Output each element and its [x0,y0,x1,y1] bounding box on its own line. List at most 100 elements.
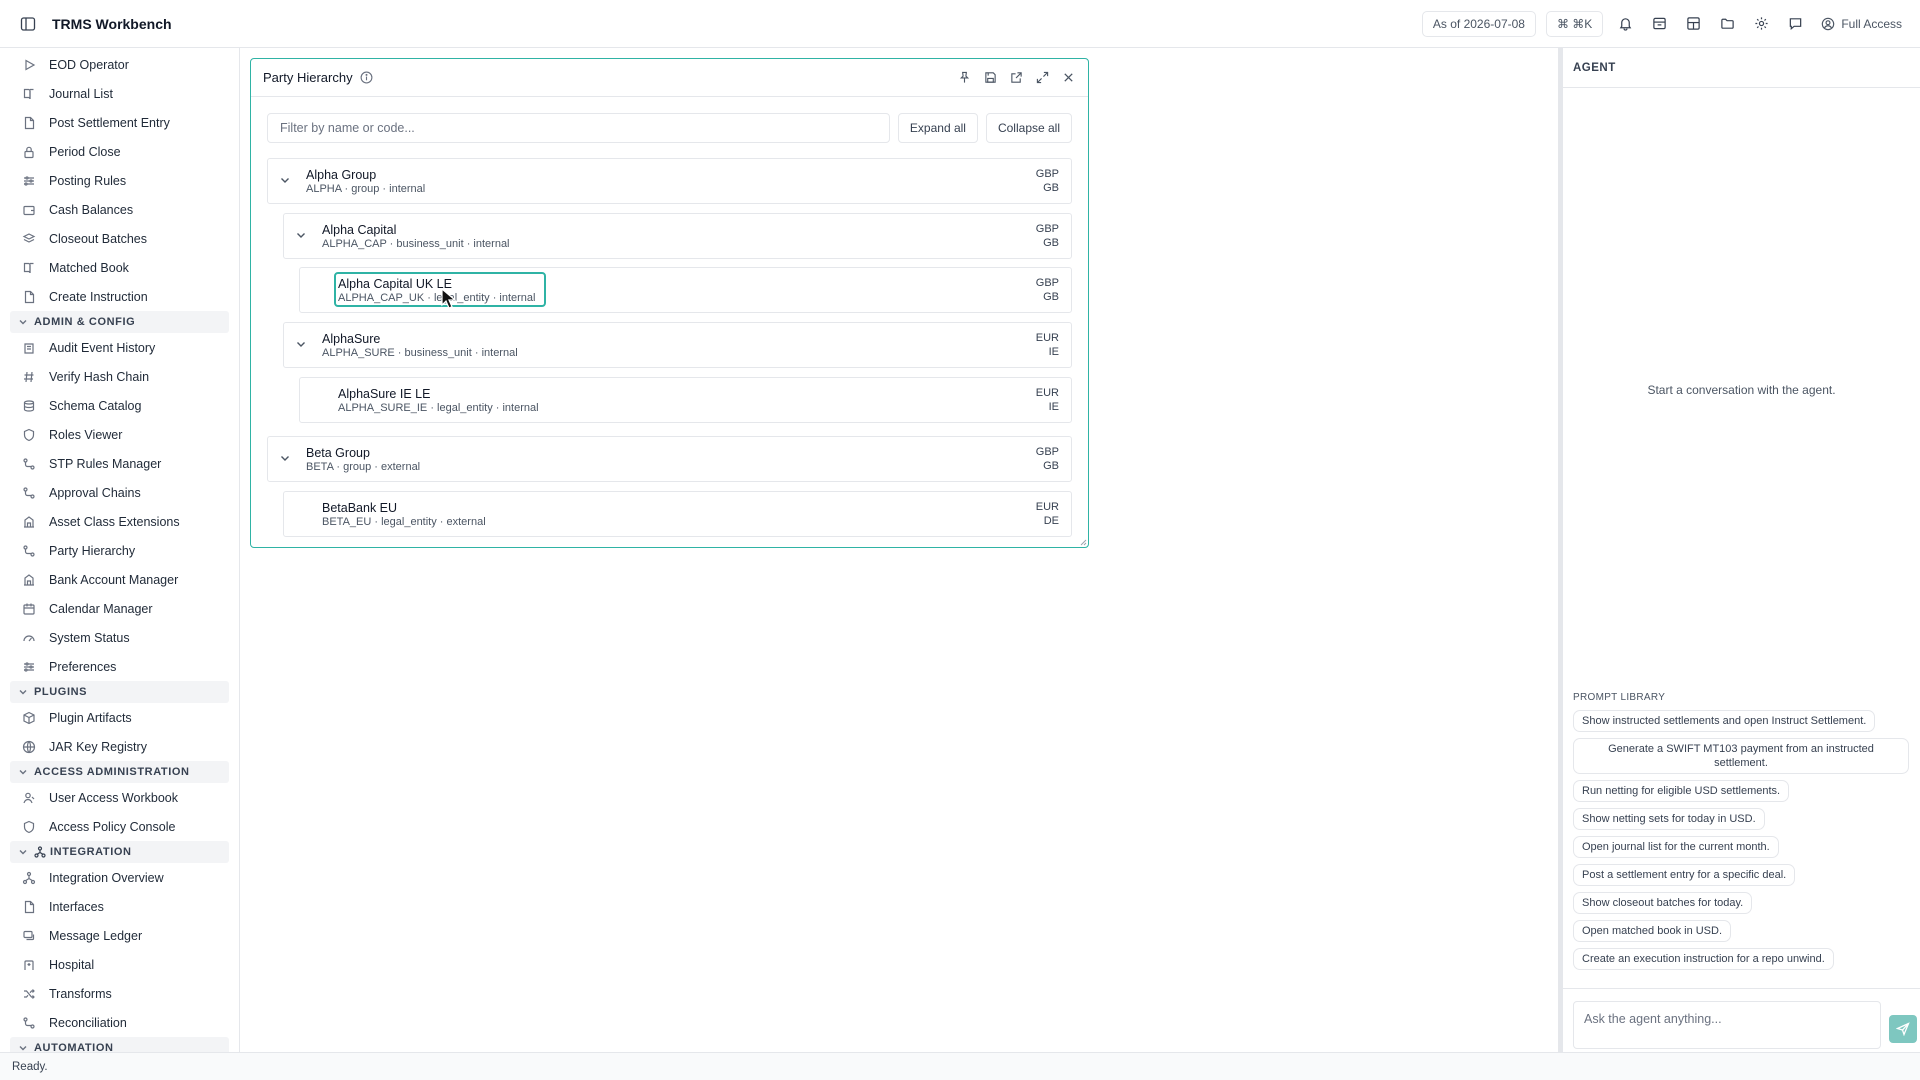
document-icon [22,900,36,914]
node-name: Alpha Group [306,168,377,182]
section-label: ADMIN & CONFIG [34,316,136,328]
node-name: BetaBank EU [322,501,398,515]
node-meta: ALPHA_SURE · business_unit · internal [322,347,518,359]
sidebar-item-posting-rules[interactable]: Posting Rules [0,166,239,195]
sidebar-item-jar-key-registry[interactable]: JAR Key Registry [0,732,239,761]
section-automation[interactable]: AUTOMATION [10,1037,229,1052]
sidebar-item-interfaces[interactable]: Interfaces [0,892,239,921]
sidebar-item-approval-chains[interactable]: Approval Chains [0,478,239,507]
agent-input[interactable] [1573,1001,1881,1049]
sidebar-item-period-close[interactable]: Period Close [0,137,239,166]
workflow-icon [22,1016,36,1030]
network-icon [34,846,46,858]
collapse-all-button[interactable]: Collapse all [985,113,1072,143]
sidebar-item-reconciliation[interactable]: Reconciliation [0,1008,239,1037]
resize-handle-icon[interactable] [1079,538,1087,546]
close-icon[interactable] [1060,70,1076,86]
node-country: IE [1048,346,1059,358]
section-plugins[interactable]: PLUGINS [10,681,229,703]
tree-node-betabank-eu[interactable]: BetaBank EU BETA_EU · legal_entity · ext… [283,491,1072,537]
tree-node-beta-group[interactable]: Beta Group BETA · group · external GBP G… [267,436,1072,482]
sidebar-item-message-ledger[interactable]: Message Ledger [0,921,239,950]
section-admin-config[interactable]: ADMIN & CONFIG [10,311,229,333]
prompt-chip[interactable]: Show closeout batches for today. [1573,892,1753,914]
prompt-chip[interactable]: Create an execution instruction for a re… [1573,948,1834,970]
prompt-chip[interactable]: Open journal list for the current month. [1573,836,1779,858]
sidebar-item-roles-viewer[interactable]: Roles Viewer [0,420,239,449]
as-of-date-button[interactable]: As of 2026-07-08 [1421,10,1536,37]
node-currency: EUR [1035,332,1059,344]
filter-input[interactable] [267,113,890,143]
sidebar-item-system-status[interactable]: System Status [0,623,239,652]
sidebar-item-asset-class-extensions[interactable]: Asset Class Extensions [0,507,239,536]
tree-node-alphasure-ie-le[interactable]: AlphaSure IE LE ALPHA_SURE_IE · legal_en… [299,377,1072,423]
sidebar-item-stp-rules-manager[interactable]: STP Rules Manager [0,449,239,478]
access-level-menu[interactable]: Full Access [1821,17,1902,31]
send-button[interactable] [1889,1015,1917,1043]
book-icon [22,87,36,101]
sidebar-item-cash-balances[interactable]: Cash Balances [0,195,239,224]
prompt-chip[interactable]: Post a settlement entry for a specific d… [1573,864,1796,886]
chevron-down-icon[interactable] [278,173,292,187]
sidebar-item-label: Hospital [49,957,95,972]
sidebar-nav: EOD Operator Journal List Post Settlement … [0,48,239,1052]
section-access-administration[interactable]: ACCESS ADMINISTRATION [10,761,229,783]
layout-icon[interactable] [1681,12,1705,36]
command-palette-button[interactable]: ⌘ ⌘K [1545,10,1604,37]
sidebar-item-label: Reconciliation [49,1015,127,1030]
node-name: AlphaSure [322,332,381,346]
prompt-chip[interactable]: Show instructed settlements and open Ins… [1573,710,1876,732]
sidebar-item-closeout-batches[interactable]: Closeout Batches [0,224,239,253]
tree-node-alpha-group[interactable]: Alpha Group ALPHA · group · internal GBP… [267,158,1072,204]
chat-icon[interactable] [1783,12,1807,36]
maximize-icon[interactable] [1034,70,1050,86]
prompt-chip[interactable]: Open matched book in USD. [1573,920,1732,942]
agent-input-row [1563,988,1920,1052]
bell-icon[interactable] [1613,12,1637,36]
sidebar-item-preferences[interactable]: Preferences [0,652,239,681]
sidebar-item-bank-account-manager[interactable]: Bank Account Manager [0,565,239,594]
sidebar-item-eod-operator[interactable]: EOD Operator [0,50,239,79]
tree-node-alphasure[interactable]: AlphaSure ALPHA_SURE · business_unit · i… [283,322,1072,368]
chevron-down-icon[interactable] [294,337,308,351]
document-icon [22,116,36,130]
sidebar-item-party-hierarchy[interactable]: Party Hierarchy [0,536,239,565]
sidebar-item-user-access-workbook[interactable]: User Access Workbook [0,783,239,812]
sidebar-toggle-icon[interactable] [18,14,38,34]
sidebar-item-schema-catalog[interactable]: Schema Catalog [0,391,239,420]
database-icon [22,399,36,413]
node-meta: ALPHA_CAP · business_unit · internal [322,238,510,250]
sidebar-item-verify-hash-chain[interactable]: Verify Hash Chain [0,362,239,391]
save-icon[interactable] [982,70,998,86]
sidebar-item-create-instruction[interactable]: Create Instruction [0,282,239,311]
prompt-chip[interactable]: Show netting sets for today in USD. [1573,808,1765,830]
tree-node-alpha-capital[interactable]: Alpha Capital ALPHA_CAP · business_unit … [283,213,1072,259]
section-integration[interactable]: INTEGRATION [10,841,229,863]
node-currency: EUR [1035,501,1059,513]
sidebar-item-calendar-manager[interactable]: Calendar Manager [0,594,239,623]
sidebar-item-matched-book[interactable]: Matched Book [0,253,239,282]
prompt-chip[interactable]: Run netting for eligible USD settlements… [1573,780,1790,802]
gear-icon[interactable] [1749,12,1773,36]
info-icon[interactable] [360,71,373,84]
workflow-icon [22,457,36,471]
sidebar-item-plugin-artifacts[interactable]: Plugin Artifacts [0,703,239,732]
folder-icon[interactable] [1715,12,1739,36]
sidebar-item-hospital[interactable]: Hospital [0,950,239,979]
node-meta: BETA · group · external [306,461,421,473]
sidebar-item-access-policy-console[interactable]: Access Policy Console [0,812,239,841]
prompt-chip[interactable]: Generate a SWIFT MT103 payment from an i… [1573,738,1909,774]
sidebar-item-audit-event-history[interactable]: Audit Event History [0,333,239,362]
sidebar-item-integration-overview[interactable]: Integration Overview [0,863,239,892]
chevron-down-icon[interactable] [278,451,292,465]
external-link-icon[interactable] [1008,70,1024,86]
sidebar-item-post-settlement-entry[interactable]: Post Settlement Entry [0,108,239,137]
sidebar-item-journal-list[interactable]: Journal List [0,79,239,108]
pin-icon[interactable] [956,70,972,86]
sidebar-item-label: STP Rules Manager [49,456,162,471]
expand-all-button[interactable]: Expand all [897,113,978,143]
sidebar-item-transforms[interactable]: Transforms [0,979,239,1008]
archive-icon[interactable] [1647,12,1671,36]
chevron-down-icon[interactable] [294,228,308,242]
sidebar-item-label: Asset Class Extensions [49,514,180,529]
